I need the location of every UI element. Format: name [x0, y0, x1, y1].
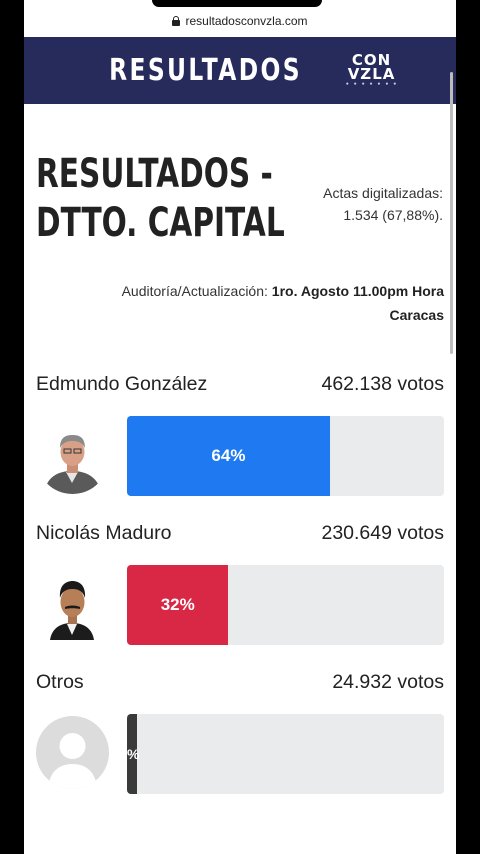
candidate-avatar	[36, 567, 109, 640]
page-title-line-2: DTTO. CAPITAL	[36, 200, 285, 246]
result-bar: 64%	[127, 416, 444, 496]
actas-value: 1.534 (67,88%).	[343, 207, 443, 223]
candidate-name: Otros	[36, 671, 84, 693]
url-text: resultadosconvzla.com	[185, 14, 308, 28]
candidate-votes: 230.649 votos	[321, 522, 444, 544]
audit-value: 1ro. Agosto 11.00pm Hora Caracas	[271, 283, 444, 323]
site-logo[interactable]: CON VZLA • • • • • • •	[345, 52, 398, 89]
result-bar-fill: 32%	[127, 565, 229, 645]
url-display[interactable]: resultadosconvzla.com	[172, 14, 308, 28]
scrollbar[interactable]	[450, 72, 453, 354]
logo-dots: • • • • • • •	[345, 80, 398, 88]
audit-info: Auditoría/Actualización: 1ro. Agosto 11.…	[64, 279, 444, 327]
candidate-header: Nicolás Maduro 230.649 votos	[36, 522, 444, 545]
site-header: RESULTADOS CON VZLA • • • • • • •	[24, 37, 456, 104]
actas-info: Actas digitalizadas: 1.534 (67,88%).	[323, 182, 443, 226]
result-bar-fill: %	[127, 714, 139, 794]
default-avatar	[36, 716, 109, 789]
candidate-avatar	[36, 421, 109, 494]
candidate-votes: 462.138 votos	[321, 373, 444, 395]
candidate-header: Edmundo González 462.138 votos	[36, 373, 444, 396]
page-title-line-1: RESULTADOS -	[36, 151, 273, 197]
candidate-name: Nicolás Maduro	[36, 522, 172, 544]
candidate-photo-icon	[36, 567, 109, 640]
header-title[interactable]: RESULTADOS	[109, 53, 302, 88]
lock-icon	[172, 16, 181, 26]
result-bar: %	[127, 714, 444, 794]
candidate-votes: 24.932 votos	[332, 671, 444, 693]
logo-bottom-text: VZLA	[347, 64, 396, 83]
result-bar-fill: 64%	[127, 416, 330, 496]
candidate-photo-icon	[36, 421, 109, 494]
browser-address-bar[interactable]: resultadosconvzla.com	[24, 0, 456, 36]
phone-screen: resultadosconvzla.com RESULTADOS CON VZL…	[24, 0, 456, 854]
page-title: RESULTADOS - DTTO. CAPITAL	[36, 150, 285, 248]
result-bar: 32%	[127, 565, 444, 645]
device-notch	[152, 0, 322, 7]
actas-label: Actas digitalizadas:	[323, 185, 443, 201]
candidate-name: Edmundo González	[36, 373, 208, 395]
user-placeholder-icon	[36, 716, 109, 789]
audit-label: Auditoría/Actualización:	[121, 283, 268, 299]
candidate-header: Otros 24.932 votos	[36, 671, 444, 694]
